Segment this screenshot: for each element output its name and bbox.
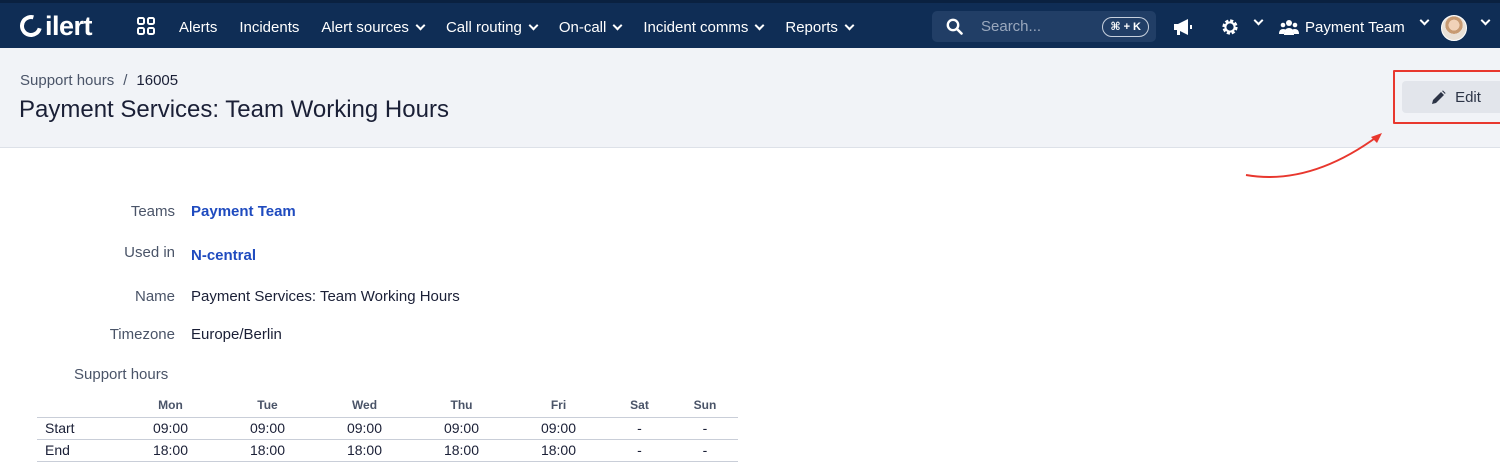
used-in-label: Used in	[124, 244, 175, 261]
table-cell: -	[607, 439, 672, 462]
table-row-start: Start 09:00 09:00 09:00 09:00 09:00 - -	[37, 417, 738, 440]
user-avatar[interactable]	[1441, 15, 1467, 41]
chevron-down-icon	[612, 20, 623, 30]
table-cell: 18:00	[316, 439, 413, 462]
table-header-day: Sun	[672, 393, 738, 418]
nav-label: Alert sources	[321, 18, 409, 36]
table-cell: -	[672, 417, 738, 440]
table-cell: 09:00	[316, 417, 413, 440]
breadcrumb-current: 16005	[136, 72, 179, 89]
table-header-row: Mon Tue Wed Thu Fri Sat Sun	[37, 393, 738, 418]
table-cell: 09:00	[510, 417, 607, 440]
chevron-down-icon	[754, 20, 765, 30]
nav-label: Incident comms	[643, 18, 749, 36]
support-hours-label: Support hours	[74, 366, 169, 383]
breadcrumb: Support hours / 16005	[20, 72, 178, 89]
used-in-value-link[interactable]: N-central	[191, 247, 256, 264]
edit-button-label: Edit	[1455, 88, 1481, 106]
edit-button[interactable]: Edit	[1402, 81, 1500, 113]
search-placeholder: Search...	[981, 18, 1042, 35]
table-header-day: Wed	[316, 393, 413, 418]
teams-value-link[interactable]: Payment Team	[191, 203, 296, 220]
nav-label: Reports	[785, 18, 838, 36]
chevron-down-icon[interactable]	[1253, 15, 1264, 26]
name-value: Payment Services: Team Working Hours	[191, 288, 460, 305]
megaphone-icon[interactable]	[1172, 17, 1194, 37]
row-label-end: End	[37, 439, 122, 462]
table-header-day: Sat	[607, 393, 672, 418]
table-cell: 18:00	[510, 439, 607, 462]
nav-alerts[interactable]: Alerts	[168, 3, 228, 51]
annotation-arrow	[1245, 133, 1382, 178]
nav-label: Call routing	[445, 18, 522, 36]
table-cell: -	[607, 417, 672, 440]
main-nav: Alerts Incidents Alert sources Call rout…	[168, 3, 864, 51]
table-header-empty	[37, 393, 122, 418]
nav-incidents[interactable]: Incidents	[228, 3, 310, 51]
nav-alert-sources[interactable]: Alert sources	[310, 3, 435, 51]
nav-label: Alerts	[179, 18, 218, 36]
chevron-down-icon	[415, 20, 426, 30]
table-header-day: Tue	[219, 393, 316, 418]
table-cell: 18:00	[219, 439, 316, 462]
table-cell: -	[672, 439, 738, 462]
nav-label: Incidents	[239, 18, 300, 36]
table-header-day: Thu	[413, 393, 510, 418]
search-box[interactable]: Search... ⌘ + K	[932, 11, 1156, 42]
table-cell: 09:00	[219, 417, 316, 440]
timezone-value: Europe/Berlin	[191, 326, 282, 343]
table-header-day: Fri	[510, 393, 607, 418]
search-shortcut-badge: ⌘ + K	[1102, 17, 1149, 37]
team-icon	[1279, 20, 1299, 35]
nav-call-routing[interactable]: Call routing	[435, 3, 548, 51]
chevron-down-icon	[844, 20, 855, 30]
chevron-down-icon	[528, 20, 539, 30]
teams-label: Teams	[130, 203, 175, 220]
table-row-end: End 18:00 18:00 18:00 18:00 18:00 - -	[37, 439, 738, 462]
table-cell: 09:00	[122, 417, 219, 440]
chevron-down-icon[interactable]	[1419, 15, 1430, 26]
logo-ring-icon	[15, 10, 47, 42]
breadcrumb-separator: /	[123, 72, 128, 89]
breadcrumb-support-hours[interactable]: Support hours	[20, 72, 114, 89]
name-label: Name	[134, 288, 175, 305]
top-navbar: ilert Alerts Incidents Alert sources Cal…	[0, 0, 1500, 48]
timezone-label: Timezone	[109, 326, 175, 343]
chevron-down-icon[interactable]	[1480, 15, 1491, 26]
apps-grid-icon[interactable]	[137, 17, 155, 35]
nav-reports[interactable]: Reports	[774, 3, 864, 51]
table-header-day: Mon	[122, 393, 219, 418]
ilert-logo[interactable]: ilert	[15, 10, 93, 42]
table-cell: 18:00	[122, 439, 219, 462]
row-label-start: Start	[37, 417, 122, 440]
gear-icon[interactable]	[1220, 17, 1240, 37]
nav-incident-comms[interactable]: Incident comms	[632, 3, 774, 51]
support-hours-table: Mon Tue Wed Thu Fri Sat Sun Start 09:00 …	[37, 393, 738, 462]
pencil-icon	[1432, 90, 1446, 104]
table-cell: 18:00	[413, 439, 510, 462]
nav-label: On-call	[558, 18, 607, 36]
team-switcher[interactable]: Payment Team	[1305, 19, 1405, 36]
table-cell: 09:00	[413, 417, 510, 440]
nav-on-call[interactable]: On-call	[548, 3, 633, 51]
page-title: Payment Services: Team Working Hours	[19, 96, 449, 123]
logo-text: ilert	[45, 10, 93, 41]
search-icon	[946, 18, 963, 35]
